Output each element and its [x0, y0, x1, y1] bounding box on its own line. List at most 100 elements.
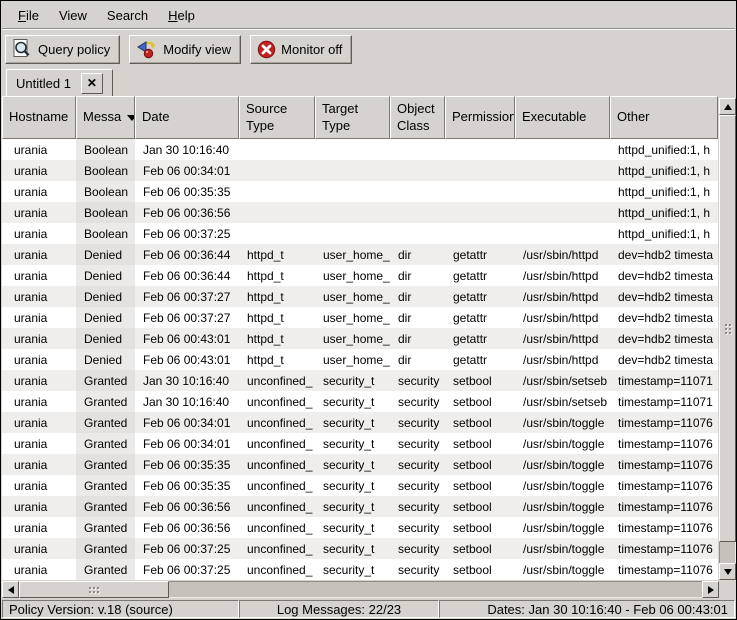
cell-messa: Denied [76, 265, 135, 286]
table-row[interactable]: uraniaGrantedFeb 06 00:37:25unconfined_s… [2, 559, 718, 580]
column-header-messa[interactable]: Messa [76, 96, 135, 139]
cell-source-type: httpd_t [239, 349, 315, 370]
table-row[interactable]: uraniaGrantedJan 30 10:16:40unconfined_s… [2, 370, 718, 391]
cell-source-type: unconfined_ [239, 559, 315, 580]
cell-date: Feb 06 00:37:25 [135, 223, 239, 244]
scroll-down-icon[interactable] [719, 563, 736, 580]
table-row[interactable]: uraniaBooleanFeb 06 00:34:01httpd_unifie… [2, 160, 718, 181]
cell-hostname: urania [2, 370, 76, 391]
cell-date: Feb 06 00:37:27 [135, 286, 239, 307]
cell-hostname: urania [2, 412, 76, 433]
scroll-right-icon[interactable] [702, 581, 719, 598]
column-header-hostname[interactable]: Hostname [2, 96, 76, 139]
query-policy-button[interactable]: Query policy [5, 35, 120, 64]
column-header-permission[interactable]: Permission [445, 96, 515, 139]
cell-executable: /usr/sbin/setseb [515, 370, 610, 391]
table-row[interactable]: uraniaGrantedFeb 06 00:34:01unconfined_s… [2, 433, 718, 454]
table-row[interactable]: uraniaDeniedFeb 06 00:43:01httpd_tuser_h… [2, 349, 718, 370]
column-header-source-type[interactable]: Source Type [239, 96, 315, 139]
table-row[interactable]: uraniaDeniedFeb 06 00:36:44httpd_tuser_h… [2, 265, 718, 286]
table-row[interactable]: uraniaGrantedJan 30 10:16:40unconfined_s… [2, 391, 718, 412]
table-row[interactable]: uraniaGrantedFeb 06 00:35:35unconfined_s… [2, 475, 718, 496]
table-row[interactable]: uraniaBooleanFeb 06 00:36:56httpd_unifie… [2, 202, 718, 223]
cell-executable: /usr/sbin/toggle [515, 475, 610, 496]
cell-date: Feb 06 00:35:35 [135, 181, 239, 202]
monitor-off-button[interactable]: Monitor off [250, 35, 352, 64]
table-row[interactable]: uraniaDeniedFeb 06 00:36:44httpd_tuser_h… [2, 244, 718, 265]
cell-object-class: security [390, 475, 445, 496]
table-row[interactable]: uraniaGrantedFeb 06 00:36:56unconfined_s… [2, 496, 718, 517]
cell-permission: setbool [445, 391, 515, 412]
column-header-other[interactable]: Other [610, 96, 718, 139]
cell-hostname: urania [2, 244, 76, 265]
cell-target-type [315, 202, 390, 223]
table-row[interactable]: uraniaDeniedFeb 06 00:37:27httpd_tuser_h… [2, 307, 718, 328]
scroll-left-icon[interactable] [2, 581, 19, 598]
cell-date: Jan 30 10:16:40 [135, 391, 239, 412]
cell-target-type: security_t [315, 412, 390, 433]
scroll-up-icon[interactable] [719, 98, 736, 115]
table-row[interactable]: uraniaGrantedFeb 06 00:37:25unconfined_s… [2, 538, 718, 559]
cell-object-class: security [390, 454, 445, 475]
table-row[interactable]: uraniaGrantedFeb 06 00:34:01unconfined_s… [2, 412, 718, 433]
column-header-executable[interactable]: Executable [515, 96, 610, 139]
cell-messa: Granted [76, 391, 135, 412]
button-label: Modify view [163, 42, 231, 57]
cell-messa: Granted [76, 370, 135, 391]
cell-hostname: urania [2, 391, 76, 412]
cell-object-class [390, 181, 445, 202]
cell-object-class: security [390, 538, 445, 559]
column-header-object-class[interactable]: Object Class [390, 96, 445, 139]
cell-executable: /usr/sbin/toggle [515, 538, 610, 559]
vertical-scrollbar-thumb[interactable] [719, 115, 736, 542]
table-header: HostnameMessaDateSource TypeTarget TypeO… [2, 96, 718, 139]
horizontal-scrollbar-thumb[interactable] [19, 581, 169, 598]
cell-messa: Granted [76, 496, 135, 517]
tab-label: Untitled 1 [16, 76, 71, 91]
modify-view-button[interactable]: Modify view [129, 35, 241, 64]
cell-permission: setbool [445, 433, 515, 454]
close-icon[interactable]: ✕ [81, 73, 103, 94]
table-row[interactable]: uraniaDeniedFeb 06 00:37:27httpd_tuser_h… [2, 286, 718, 307]
menubar: FileViewSearchHelp [2, 2, 735, 29]
column-header-date[interactable]: Date [135, 96, 239, 139]
cell-executable [515, 181, 610, 202]
table-row[interactable]: uraniaGrantedFeb 06 00:35:35unconfined_s… [2, 454, 718, 475]
cell-target-type [315, 223, 390, 244]
cell-hostname: urania [2, 454, 76, 475]
cell-hostname: urania [2, 223, 76, 244]
cell-date: Feb 06 00:36:56 [135, 496, 239, 517]
cell-source-type: unconfined_ [239, 433, 315, 454]
vertical-scrollbar[interactable] [719, 98, 736, 580]
column-header-target-type[interactable]: Target Type [315, 96, 390, 139]
cell-messa: Boolean [76, 160, 135, 181]
table-row[interactable]: uraniaDeniedFeb 06 00:43:01httpd_tuser_h… [2, 328, 718, 349]
cell-permission: setbool [445, 538, 515, 559]
cell-other: dev=hdb2 timesta [610, 286, 718, 307]
menu-help[interactable]: Help [158, 3, 205, 28]
table-row[interactable]: uraniaBooleanFeb 06 00:37:25httpd_unifie… [2, 223, 718, 244]
grip-icon [725, 324, 731, 334]
cell-hostname: urania [2, 139, 76, 160]
cell-other: timestamp=11071 [610, 370, 718, 391]
cell-object-class: security [390, 559, 445, 580]
cell-target-type: security_t [315, 517, 390, 538]
cell-hostname: urania [2, 349, 76, 370]
cell-permission: getattr [445, 328, 515, 349]
cell-target-type: security_t [315, 433, 390, 454]
table-row[interactable]: uraniaGrantedFeb 06 00:36:56unconfined_s… [2, 517, 718, 538]
menu-file[interactable]: File [8, 3, 49, 28]
cell-other: dev=hdb2 timesta [610, 328, 718, 349]
cell-permission: setbool [445, 517, 515, 538]
tab-untitled-1[interactable]: Untitled 1 ✕ [6, 69, 113, 96]
table-row[interactable]: uraniaBooleanFeb 06 00:35:35httpd_unifie… [2, 181, 718, 202]
menu-view[interactable]: View [49, 3, 97, 28]
cell-object-class [390, 223, 445, 244]
horizontal-scrollbar[interactable] [2, 581, 719, 598]
cell-date: Feb 06 00:43:01 [135, 328, 239, 349]
cell-target-type: user_home_ [315, 265, 390, 286]
menu-search[interactable]: Search [97, 3, 158, 28]
cell-messa: Denied [76, 307, 135, 328]
cell-permission: setbool [445, 475, 515, 496]
table-row[interactable]: uraniaBooleanJan 30 10:16:40httpd_unifie… [2, 139, 718, 160]
